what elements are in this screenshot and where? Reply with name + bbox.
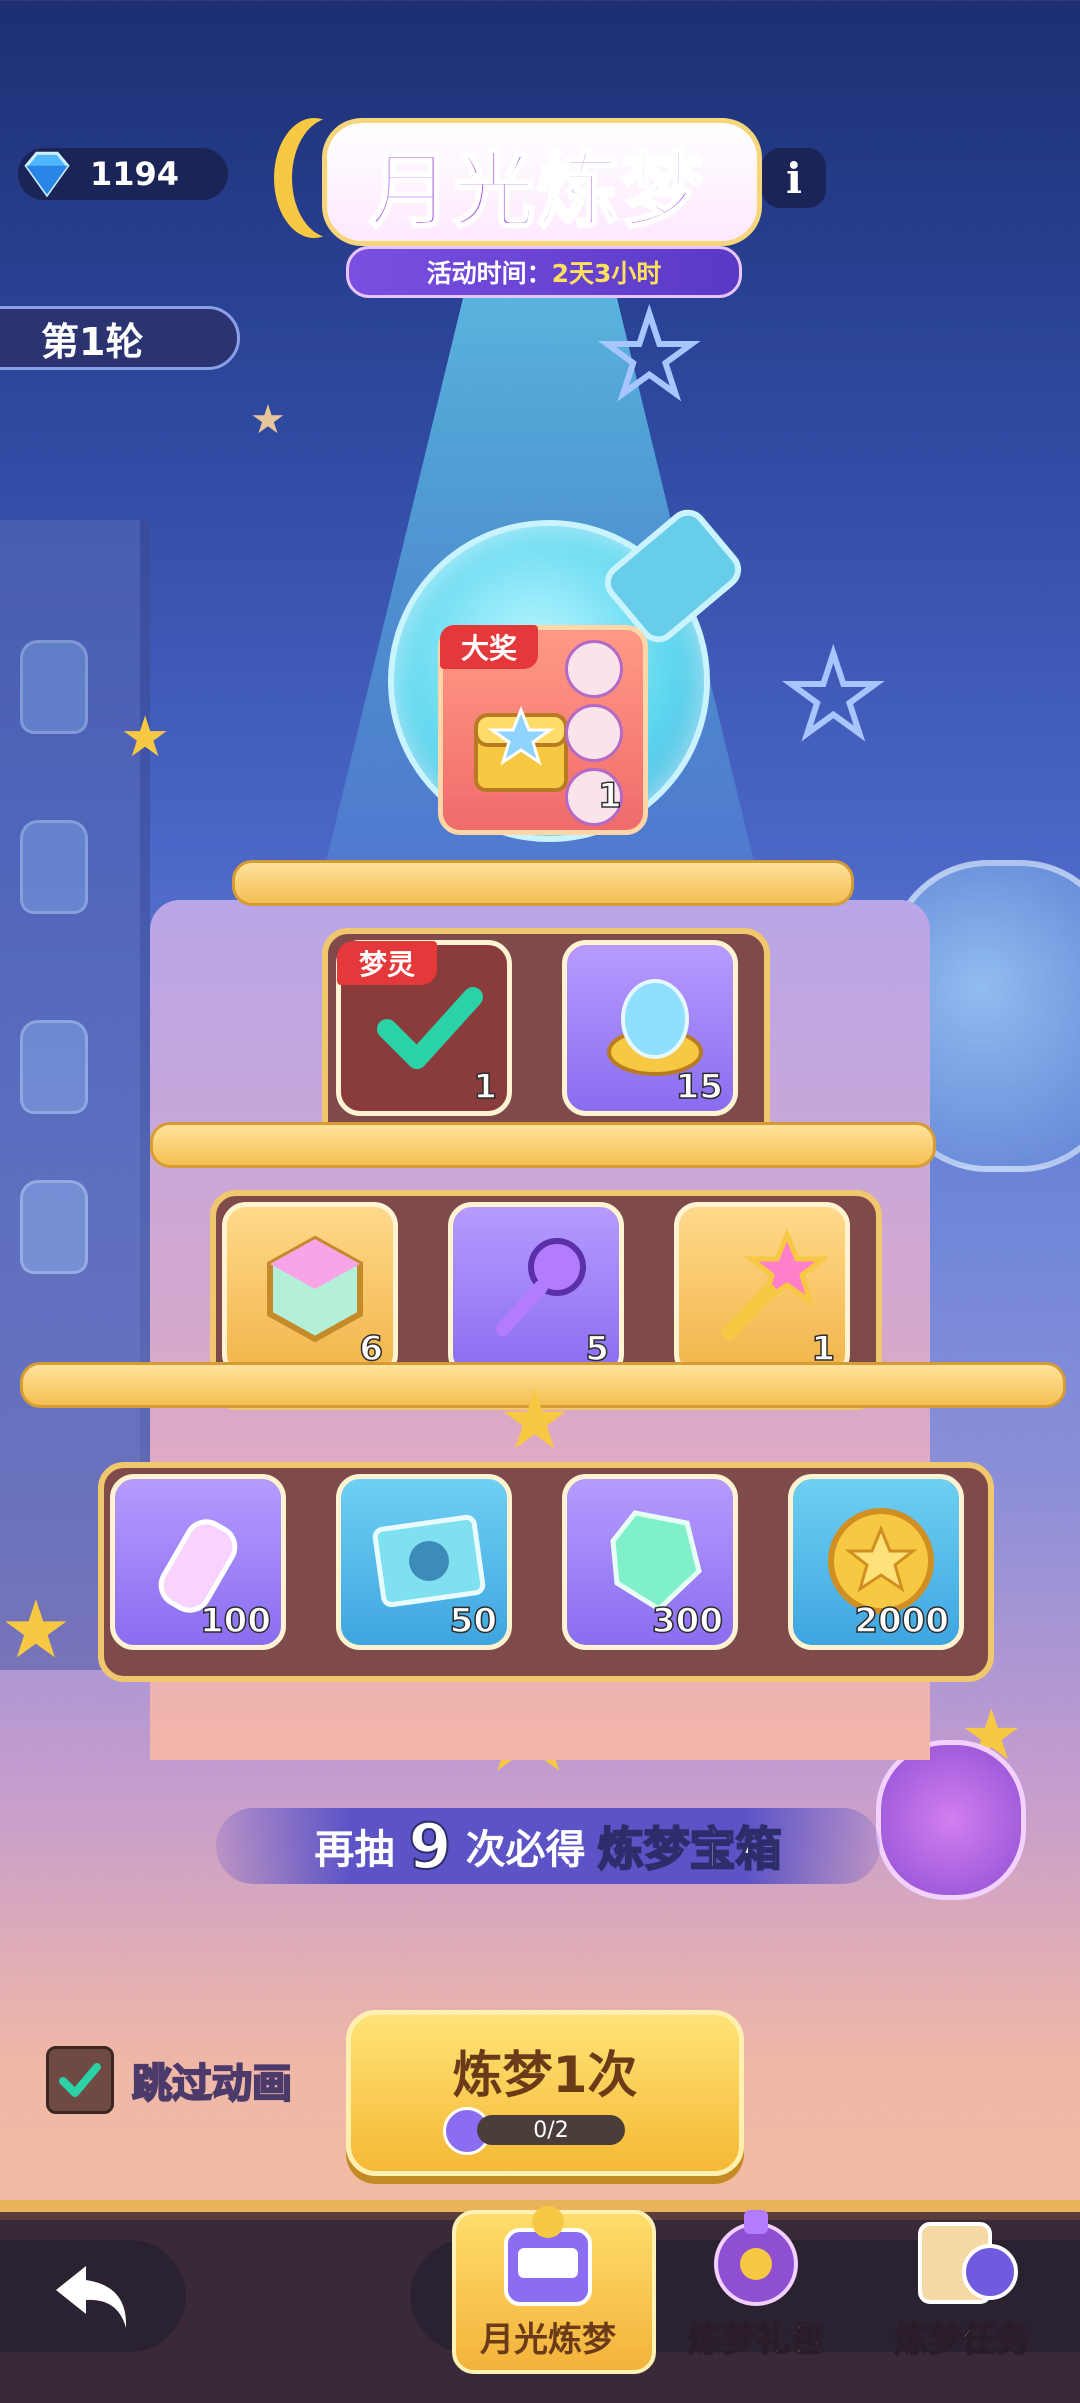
cabinet-shelf [150, 1122, 936, 1168]
check-icon [59, 2063, 101, 2097]
grand-prize-tag: 大奖 [440, 625, 538, 669]
item-count: 300 [651, 1600, 723, 1642]
back-arrow-icon [56, 2266, 127, 2328]
skip-animation-label: 跳过动画 [131, 2060, 293, 2108]
potion-decoration [876, 1740, 1026, 1900]
skip-animation-toggle[interactable]: 跳过动画 [46, 2046, 293, 2114]
gem-balance: 1194 [18, 148, 228, 200]
round-indicator: 第1轮 [0, 306, 240, 370]
item-count: 50 [449, 1600, 498, 1642]
tab-label: 炼梦任务 [893, 2319, 1031, 2361]
tab-label: 炼梦礼包 [687, 2319, 825, 2361]
treasure-chest-icon [474, 705, 568, 792]
draw-cost: 0/2 [477, 2115, 625, 2145]
bottle-decoration [20, 1020, 88, 1114]
purple-key-icon [496, 1238, 586, 1336]
draw-button-label: 炼梦1次 [452, 2046, 638, 2104]
pity-prefix: 再抽 [314, 1827, 395, 1873]
pity-counter: 再抽 9 次必得 炼梦宝箱 [216, 1808, 880, 1884]
reward-item-star-key[interactable]: 1 [674, 1202, 850, 1378]
potion-bag-icon [714, 2210, 798, 2306]
scroll-icon [918, 2222, 1018, 2304]
page-title: 月光炼梦 [367, 143, 705, 241]
reward-item-dream-spirit[interactable]: 梦灵 1 [336, 940, 512, 1116]
item-count: 1 [473, 1066, 498, 1108]
check-icon [377, 987, 483, 1069]
reward-item-rainbow-cube[interactable]: 6 [222, 1202, 398, 1378]
star-outline-icon: ★ [597, 291, 702, 419]
tab-dream-tasks[interactable]: 炼梦任务 [862, 2200, 1062, 2370]
reward-item-rainbow-bottle[interactable]: 100 [110, 1474, 286, 1650]
pity-reward: 炼梦宝箱 [597, 1821, 783, 1877]
event-time-value: 2天3小时 [551, 259, 662, 288]
pity-number: 9 [407, 1809, 452, 1884]
skip-animation-checkbox[interactable] [46, 2046, 114, 2114]
bottle-decoration [20, 820, 88, 914]
item-count: 2000 [854, 1600, 950, 1642]
star-key-icon [722, 1229, 827, 1340]
rainbow-cube-icon [267, 1235, 363, 1343]
slot-machine-icon [504, 2206, 592, 2306]
bottle-decoration [20, 640, 88, 734]
diamond-icon [24, 151, 70, 198]
event-title-banner: 月光炼梦 活动时间： 2天3小时 [292, 118, 772, 298]
tab-dream-pack[interactable]: 炼梦礼包 [656, 2200, 856, 2370]
info-button[interactable]: i [762, 148, 826, 208]
reward-item-crystal[interactable]: 300 [562, 1474, 738, 1650]
character-avatar-icon [565, 640, 623, 698]
tab-moonlight-dream[interactable]: 月光炼梦 [448, 2200, 656, 2374]
dream-spirit-tag: 梦灵 [337, 941, 437, 985]
item-count: 15 [675, 1066, 724, 1108]
grand-prize-count: 1 [597, 775, 622, 817]
reward-item-spirit-orb[interactable]: 15 [562, 940, 738, 1116]
event-time: 活动时间： 2天3小时 [346, 246, 742, 298]
star-icon: ★ [0, 1583, 72, 1676]
star-icon: ★ [250, 397, 286, 443]
star-icon: ★ [498, 1373, 572, 1468]
item-count: 100 [199, 1600, 271, 1642]
character-avatar-icon [565, 704, 623, 762]
gem-count: 1194 [90, 155, 180, 193]
reward-item-gold-coin[interactable]: 2000 [788, 1474, 964, 1650]
cabinet-roof [232, 860, 854, 906]
draw-once-button[interactable]: 炼梦1次 0/2 [346, 2010, 744, 2176]
info-icon: i [786, 153, 802, 203]
star-icon: ★ [120, 705, 171, 770]
reward-item-purple-key[interactable]: 5 [448, 1202, 624, 1378]
pity-mid: 次必得 [465, 1827, 586, 1873]
star-outline-icon: ★ [781, 631, 886, 759]
event-time-label: 活动时间： [426, 259, 552, 288]
reward-item-blueprint[interactable]: 50 [336, 1474, 512, 1650]
tab-label: 月光炼梦 [480, 2320, 616, 2360]
bottle-decoration [20, 1180, 88, 1274]
back-button[interactable] [0, 2240, 186, 2352]
